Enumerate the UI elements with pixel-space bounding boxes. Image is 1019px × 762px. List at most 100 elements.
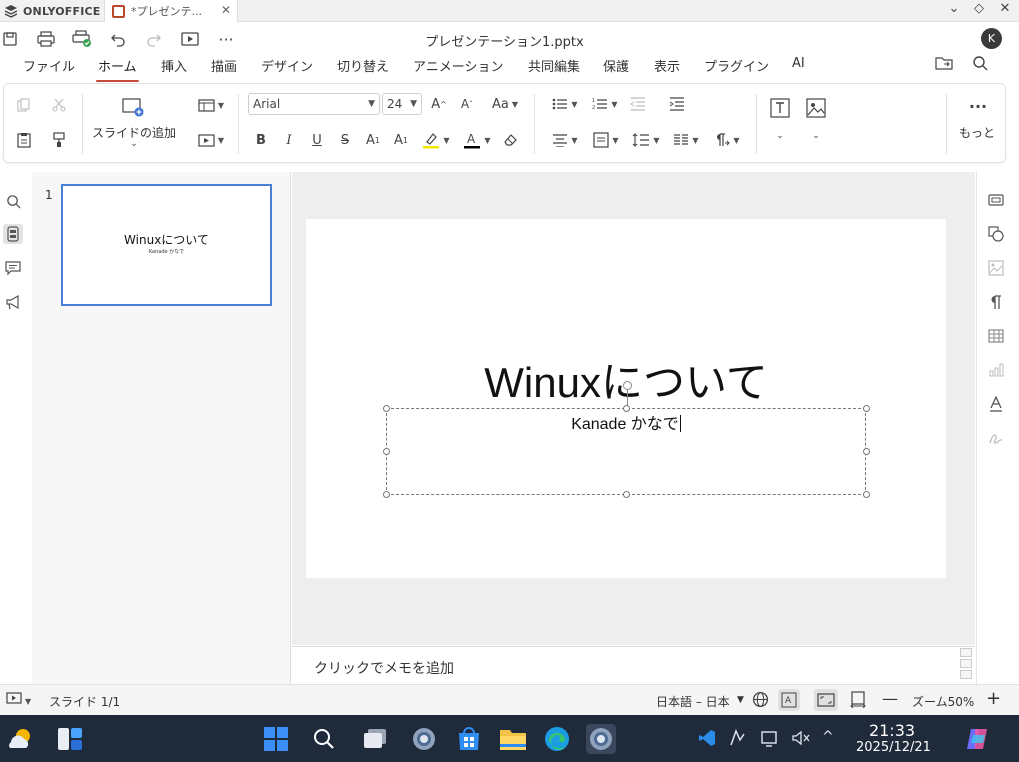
- slide-layout-button[interactable]: ▼: [194, 96, 228, 114]
- image-chevron-icon[interactable]: ⌄: [810, 130, 822, 142]
- subscript-icon[interactable]: A1: [391, 130, 411, 150]
- add-slide-icon[interactable]: [121, 96, 145, 118]
- subtitle-text-box[interactable]: Kanade かなで: [383, 381, 870, 498]
- spellcheck-icon[interactable]: A: [778, 689, 800, 711]
- chart-settings-icon[interactable]: [986, 360, 1006, 380]
- network-tray-icon[interactable]: [760, 728, 780, 752]
- strikethrough-icon[interactable]: S: [335, 130, 355, 150]
- chevron-down-icon[interactable]: ⌄: [944, 1, 964, 16]
- task-view-icon[interactable]: [360, 724, 390, 754]
- notes-placeholder[interactable]: クリックでメモを追加: [314, 658, 454, 678]
- pen-tray-icon[interactable]: [728, 728, 748, 752]
- tab-plugins[interactable]: プラグイン: [704, 56, 769, 75]
- zoom-level[interactable]: ズーム50%: [912, 693, 974, 710]
- notes-pane[interactable]: クリックでメモを追加: [292, 646, 975, 684]
- system-clock[interactable]: 21:33 2025/12/21: [856, 722, 931, 756]
- vscode-tray-icon[interactable]: [697, 728, 717, 752]
- resize-handle-top-right[interactable]: [863, 405, 870, 412]
- resize-handle-bottom-right[interactable]: [863, 491, 870, 498]
- italic-icon[interactable]: I: [279, 130, 299, 150]
- decrease-font-icon[interactable]: Aˇ: [457, 94, 477, 114]
- font-name-select[interactable]: Arial ▼: [248, 93, 380, 115]
- widgets-icon[interactable]: [55, 724, 85, 754]
- document-tab[interactable]: *プレゼンテ... ✕: [104, 0, 238, 22]
- clear-style-icon[interactable]: [501, 130, 521, 150]
- line-spacing-button[interactable]: ▼: [628, 130, 664, 150]
- horizontal-align-button[interactable]: ▼: [547, 130, 583, 150]
- resize-handle-left[interactable]: [383, 448, 390, 455]
- signature-settings-icon[interactable]: [986, 428, 1006, 448]
- tab-draw[interactable]: 描画: [211, 56, 237, 75]
- copy-icon[interactable]: [14, 95, 34, 115]
- shape-settings-icon[interactable]: [986, 224, 1006, 244]
- slide-settings-icon[interactable]: [986, 190, 1006, 210]
- tab-view[interactable]: 表示: [654, 56, 680, 75]
- search-icon[interactable]: [3, 191, 23, 211]
- slide-subtitle[interactable]: Kanade かなで: [571, 416, 679, 433]
- tab-animation[interactable]: アニメーション: [413, 56, 503, 75]
- resize-handle-top[interactable]: [623, 405, 630, 412]
- increase-indent-icon[interactable]: [667, 94, 687, 114]
- start-menu-icon[interactable]: [261, 724, 291, 754]
- slideshow-options-button[interactable]: ▼: [194, 131, 228, 149]
- zoom-out-icon[interactable]: —: [882, 689, 898, 708]
- slide-editor-area[interactable]: Winuxについて Kanade かなで: [292, 172, 975, 645]
- scroll-thumb[interactable]: [960, 659, 972, 668]
- font-color-button[interactable]: A ▼: [459, 129, 495, 151]
- format-painter-icon[interactable]: [49, 130, 69, 150]
- numbering-button[interactable]: 1 2 ▼: [587, 94, 623, 114]
- superscript-icon[interactable]: A1: [363, 130, 383, 150]
- resize-handle-bottom[interactable]: [623, 491, 630, 498]
- more-icon[interactable]: ···: [966, 97, 990, 116]
- settings-active-app-icon[interactable]: [586, 724, 616, 754]
- tab-home[interactable]: ホーム: [96, 56, 139, 82]
- volume-muted-icon[interactable]: [791, 728, 811, 752]
- slide-canvas[interactable]: Winuxについて Kanade かなで: [306, 219, 946, 578]
- open-file-location-icon[interactable]: [934, 53, 954, 73]
- image-settings-icon[interactable]: [986, 258, 1006, 278]
- show-hidden-icons-icon[interactable]: ^: [822, 729, 834, 745]
- scroll-down-icon[interactable]: [960, 670, 972, 679]
- fit-to-width-icon[interactable]: [850, 691, 866, 711]
- zoom-in-icon[interactable]: +: [986, 688, 1001, 709]
- fit-to-slide-icon[interactable]: [814, 689, 838, 711]
- more-button[interactable]: もっと: [959, 124, 995, 141]
- bullets-button[interactable]: ▼: [547, 94, 583, 114]
- resize-handle-bottom-left[interactable]: [383, 491, 390, 498]
- text-box-icon[interactable]: [768, 96, 792, 120]
- columns-button[interactable]: ▼: [668, 130, 704, 150]
- weather-icon[interactable]: [5, 724, 35, 754]
- comments-icon[interactable]: [3, 258, 23, 278]
- edge-browser-icon[interactable]: [542, 724, 572, 754]
- restore-window-icon[interactable]: ◇: [969, 1, 989, 16]
- resize-handle-right[interactable]: [863, 448, 870, 455]
- rotate-handle[interactable]: [623, 381, 632, 390]
- store-icon[interactable]: [454, 724, 484, 754]
- resize-handle-top-left[interactable]: [383, 405, 390, 412]
- settings-app-icon[interactable]: [409, 724, 439, 754]
- text-art-settings-icon[interactable]: [986, 394, 1006, 414]
- close-window-icon[interactable]: ✕: [995, 1, 1015, 16]
- change-case-button[interactable]: Aa ▼: [486, 94, 524, 114]
- slide-title[interactable]: Winuxについて: [306, 349, 946, 410]
- tab-transitions[interactable]: 切り替え: [337, 56, 389, 75]
- paragraph-settings-icon[interactable]: [986, 292, 1006, 312]
- announcement-icon[interactable]: [3, 292, 23, 312]
- tab-design[interactable]: デザイン: [261, 56, 313, 75]
- globe-icon[interactable]: [752, 691, 769, 711]
- bold-icon[interactable]: B: [251, 130, 271, 150]
- notes-scrollbar[interactable]: [960, 648, 974, 682]
- tab-protection[interactable]: 保護: [603, 56, 629, 75]
- tab-file[interactable]: ファイル: [23, 56, 75, 75]
- tab-ai[interactable]: AI: [792, 56, 805, 71]
- language-selector[interactable]: 日本語 – 日本: [656, 693, 730, 710]
- text-box-chevron-icon[interactable]: ⌄: [774, 130, 786, 142]
- slide-thumbnail[interactable]: Winuxについて Kanade かなで: [61, 184, 272, 306]
- onlyoffice-logo[interactable]: ONLYOFFICE: [4, 3, 101, 19]
- paste-icon[interactable]: [14, 130, 34, 150]
- subtitle-text-wrap[interactable]: Kanade かなで: [387, 410, 865, 434]
- add-slide-chevron-icon[interactable]: ⌄: [128, 139, 140, 149]
- text-direction-button[interactable]: ▼: [709, 130, 745, 150]
- scroll-up-icon[interactable]: [960, 648, 972, 657]
- slideshow-start-button[interactable]: ▼: [6, 692, 31, 707]
